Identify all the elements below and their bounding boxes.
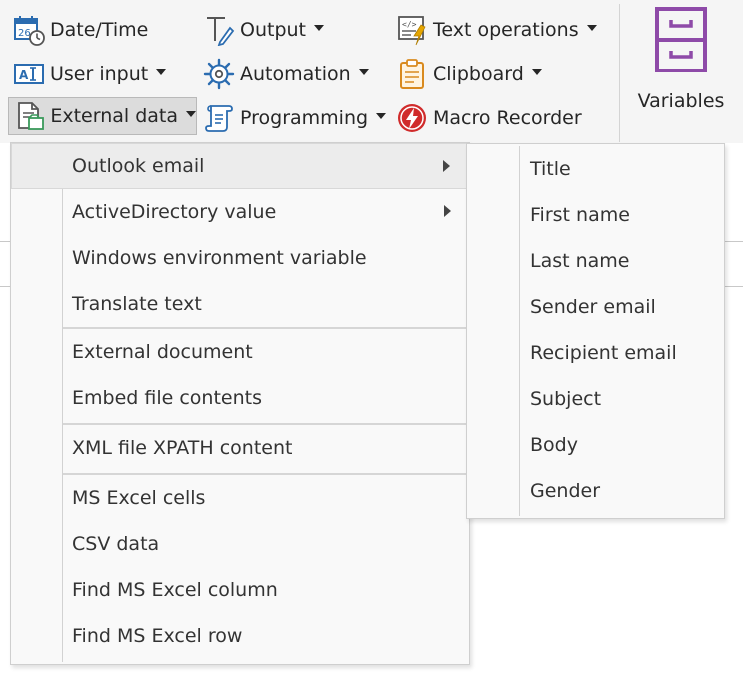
submenu-item-subject[interactable]: Subject: [467, 376, 724, 422]
code-edit-icon: </>: [395, 13, 429, 47]
automation-button[interactable]: Automation: [202, 55, 369, 93]
menu-item-xml-file-xpath-content[interactable]: XML file XPATH content: [11, 425, 469, 471]
chevron-right-icon: [443, 160, 450, 172]
datetime-button[interactable]: 26 Date/Time: [12, 11, 148, 49]
submenu-item-label: Last name: [530, 250, 630, 272]
menu-item-csv-data[interactable]: CSV data: [11, 521, 469, 567]
ribbon: 26 Date/Time A User input External data …: [0, 0, 743, 143]
submenu-item-label: Subject: [530, 388, 602, 410]
submenu-item-last-name[interactable]: Last name: [467, 238, 724, 284]
menu-item-activedirectory-value[interactable]: ActiveDirectory value: [11, 189, 469, 235]
menu-item-label: XML file XPATH content: [72, 437, 293, 459]
menu-item-windows-environment-variable[interactable]: Windows environment variable: [11, 235, 469, 281]
submenu-item-body[interactable]: Body: [467, 422, 724, 468]
menu-item-ms-excel-cells[interactable]: MS Excel cells: [11, 475, 469, 521]
macro-recorder-label: Macro Recorder: [433, 107, 582, 129]
submenu-item-recipient-email[interactable]: Recipient email: [467, 330, 724, 376]
chevron-down-icon: [531, 69, 542, 75]
chevron-down-icon: [314, 25, 324, 31]
text-operations-label: Text operations: [433, 19, 579, 41]
menu-item-find-ms-excel-column[interactable]: Find MS Excel column: [11, 567, 469, 613]
submenu-item-label: First name: [530, 204, 630, 226]
automation-label: Automation: [240, 63, 351, 85]
menu-item-label: Embed file contents: [72, 387, 262, 409]
variables-label: Variables: [637, 90, 725, 112]
submenu-item-label: Sender email: [530, 296, 656, 318]
chevron-down-icon: [358, 69, 369, 75]
text-pen-icon: [202, 13, 236, 47]
script-scroll-icon: [202, 101, 236, 135]
clipboard-label: Clipboard: [433, 63, 524, 85]
variables-button[interactable]: Variables: [628, 6, 734, 136]
submenu-item-label: Recipient email: [530, 342, 677, 364]
gear-icon: [202, 57, 236, 91]
menu-item-translate-text[interactable]: Translate text: [11, 281, 469, 327]
svg-text:</>: </>: [402, 20, 417, 29]
lightning-record-icon: [395, 101, 429, 135]
clipboard-button[interactable]: Clipboard: [395, 55, 542, 93]
external-data-button[interactable]: External data: [8, 97, 197, 135]
chevron-down-icon: [186, 111, 196, 117]
ribbon-divider: [619, 4, 620, 142]
submenu-item-gender[interactable]: Gender: [467, 468, 724, 514]
text-field-icon: A: [12, 57, 46, 91]
macro-recorder-button[interactable]: Macro Recorder: [395, 99, 582, 137]
menu-item-label: Windows environment variable: [72, 247, 367, 269]
menu-item-label: Outlook email: [72, 155, 205, 177]
svg-text:26: 26: [18, 28, 31, 39]
submenu-item-title[interactable]: Title: [467, 146, 724, 192]
user-input-label: User input: [50, 63, 149, 85]
menu-item-label: ActiveDirectory value: [72, 201, 277, 223]
submenu-item-first-name[interactable]: First name: [467, 192, 724, 238]
programming-label: Programming: [240, 107, 369, 129]
user-input-button[interactable]: A User input: [12, 55, 167, 93]
svg-text:A: A: [19, 68, 29, 82]
external-data-label: External data: [50, 105, 178, 127]
menu-item-label: Translate text: [72, 293, 202, 315]
submenu-item-label: Gender: [530, 480, 601, 502]
menu-item-find-ms-excel-row[interactable]: Find MS Excel row: [11, 613, 469, 659]
menu-item-embed-file-contents[interactable]: Embed file contents: [11, 375, 469, 421]
chevron-down-icon: [156, 69, 167, 75]
datetime-label: Date/Time: [50, 19, 149, 41]
external-document-icon: [13, 99, 46, 133]
external-data-menu: Outlook email ActiveDirectory value Wind…: [10, 142, 470, 665]
submenu-item-label: Title: [530, 158, 571, 180]
output-label: Output: [240, 19, 306, 41]
menu-item-label: Find MS Excel column: [72, 579, 278, 601]
programming-button[interactable]: Programming: [202, 99, 387, 137]
menu-item-label: MS Excel cells: [72, 487, 206, 509]
submenu-item-label: Body: [530, 434, 578, 456]
filing-cabinet-icon: [653, 6, 709, 76]
menu-item-label: CSV data: [72, 533, 160, 555]
chevron-down-icon: [376, 113, 387, 119]
menu-item-label: Find MS Excel row: [72, 625, 243, 647]
clipboard-icon: [395, 57, 429, 91]
menu-item-external-document[interactable]: External document: [11, 329, 469, 375]
output-button[interactable]: Output: [202, 11, 324, 49]
chevron-right-icon: [444, 205, 451, 217]
text-operations-button[interactable]: </> Text operations: [395, 11, 597, 49]
calendar-clock-icon: 26: [12, 13, 46, 47]
chevron-down-icon: [586, 25, 597, 31]
menu-item-label: External document: [72, 341, 253, 363]
submenu-item-sender-email[interactable]: Sender email: [467, 284, 724, 330]
menu-item-outlook-email[interactable]: Outlook email: [11, 143, 469, 189]
outlook-email-submenu: Title First name Last name Sender email …: [466, 143, 725, 519]
